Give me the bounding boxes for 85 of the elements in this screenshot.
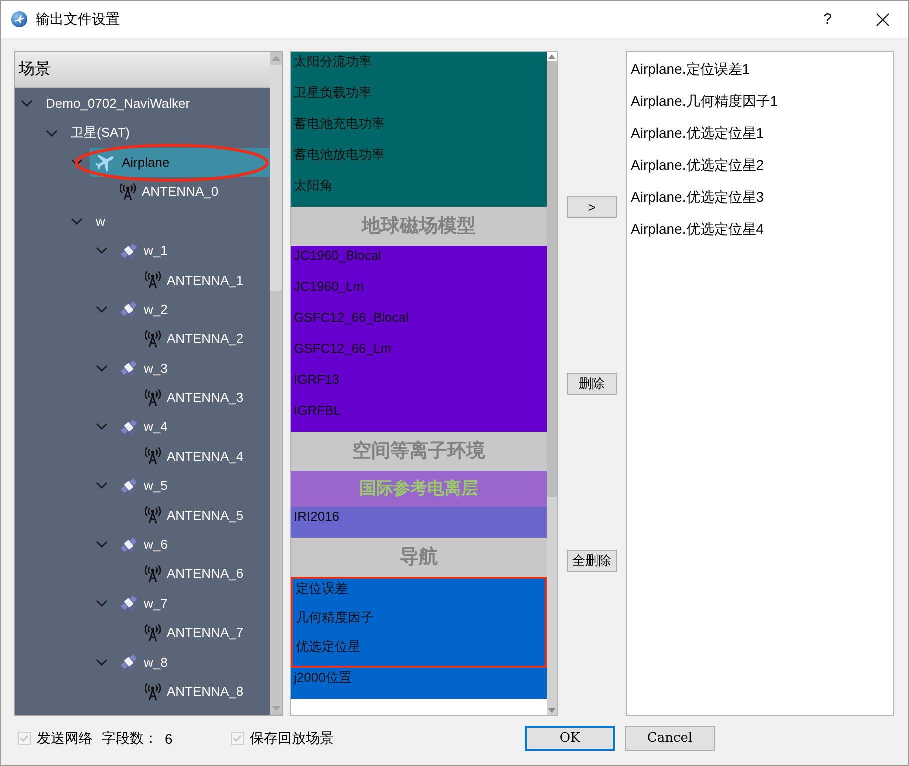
list-item[interactable]: Airplane.几何精度因子1 xyxy=(627,85,893,117)
antenna-icon xyxy=(145,330,161,348)
tree-item[interactable]: ANTENNA_8 xyxy=(140,676,270,706)
tree-item[interactable]: Demo_0702_NaviWalker xyxy=(40,89,270,118)
antenna-icon xyxy=(145,564,161,583)
chevron-down-icon[interactable] xyxy=(21,100,33,108)
tree-item[interactable]: ANTENNA_3 xyxy=(140,382,270,412)
list-item[interactable]: 几何精度因子 xyxy=(293,608,545,637)
tree-item[interactable]: Airplane xyxy=(90,148,270,178)
scrollbar[interactable] xyxy=(270,52,282,715)
tree-item[interactable]: w xyxy=(90,206,270,236)
chevron-down-icon[interactable] xyxy=(96,423,108,430)
tree-item[interactable]: w_1 xyxy=(115,236,270,266)
checkbox-label: 保存回放场景 xyxy=(250,730,334,748)
cancel-button[interactable]: Cancel xyxy=(625,726,715,751)
subsection-header: 国际参考电离层 xyxy=(291,471,547,507)
antenna-icon xyxy=(145,447,161,466)
field-count-label: 字段数： xyxy=(102,730,158,748)
tree-item[interactable]: ANTENNA_1 xyxy=(140,265,270,295)
tree-item[interactable]: w_3 xyxy=(115,354,270,383)
satellite-icon xyxy=(120,300,138,318)
chevron-down-icon[interactable] xyxy=(96,364,108,372)
scroll-down-icon[interactable] xyxy=(548,708,556,713)
checkbox-label: 发送网络 xyxy=(37,730,93,748)
tree-item[interactable]: w_7 xyxy=(115,588,270,618)
tree-item[interactable]: w_2 xyxy=(115,294,270,324)
chevron-down-icon[interactable] xyxy=(96,541,108,548)
tree-header: 场景 xyxy=(15,52,270,88)
satellite-icon xyxy=(120,418,138,436)
scrollbar[interactable] xyxy=(547,52,557,715)
close-icon xyxy=(876,12,890,26)
list-item[interactable]: 定位误差 xyxy=(293,579,545,608)
tree-item[interactable]: 卫星(SAT) xyxy=(65,118,270,148)
tree-item[interactable]: ANTENNA_2 xyxy=(140,324,270,354)
section-header: 导航 xyxy=(291,538,547,577)
tree-item[interactable]: ANTENNA_0 xyxy=(115,177,270,207)
antenna-icon xyxy=(120,182,136,201)
list-item[interactable]: Airplane.优选定位星2 xyxy=(627,149,893,181)
scrollbar-thumb[interactable] xyxy=(547,61,557,497)
section-header: 空间等离子环境 xyxy=(291,432,547,471)
chevron-down-icon[interactable] xyxy=(46,130,58,137)
section-header: 地球磁场模型 xyxy=(291,207,547,246)
window-title: 输出文件设置 xyxy=(36,10,120,28)
satellite-icon xyxy=(120,476,138,495)
chevron-down-icon[interactable] xyxy=(96,658,108,666)
list-item[interactable]: Airplane.定位误差1 xyxy=(627,53,893,85)
scroll-up-icon[interactable] xyxy=(547,52,557,61)
list-item[interactable]: IRI2016 xyxy=(291,507,547,538)
tree-item[interactable]: ANTENNA_4 xyxy=(140,442,270,472)
chevron-down-icon[interactable] xyxy=(96,306,108,313)
satellite-icon xyxy=(120,359,138,378)
satellite-icon xyxy=(120,653,138,672)
satellite-icon xyxy=(120,536,138,554)
tree-item[interactable]: w_5 xyxy=(115,471,270,500)
list-item[interactable]: Airplane.优选定位星3 xyxy=(627,181,893,213)
satellite-icon xyxy=(120,594,138,612)
globe-icon xyxy=(11,11,28,28)
chevron-down-icon[interactable] xyxy=(71,218,83,225)
antenna-icon xyxy=(145,271,161,290)
transfer-button[interactable]: 全删除 xyxy=(567,550,617,572)
antenna-icon xyxy=(145,682,161,700)
transfer-button[interactable]: 删除 xyxy=(567,373,617,395)
list-item[interactable]: 优选定位星 xyxy=(293,637,545,666)
list-item[interactable]: j2000位置 xyxy=(291,668,547,699)
list-item[interactable]: Airplane.优选定位星4 xyxy=(627,213,893,245)
chevron-down-icon[interactable] xyxy=(71,158,83,166)
chevron-down-icon[interactable] xyxy=(96,600,108,607)
tree-item[interactable]: ANTENNA_5 xyxy=(140,500,270,530)
satellite-icon xyxy=(120,242,138,260)
field-count-value: 6 xyxy=(165,730,173,746)
antenna-icon xyxy=(145,506,161,524)
chevron-down-icon[interactable] xyxy=(96,482,108,490)
antenna-icon xyxy=(145,388,161,407)
antenna-icon xyxy=(145,624,161,642)
scrollbar-thumb[interactable] xyxy=(270,65,282,291)
chevron-down-icon[interactable] xyxy=(96,247,108,254)
help-button[interactable]: ? xyxy=(820,11,836,28)
tree-item[interactable]: w_8 xyxy=(115,647,270,677)
list-item[interactable]: Airplane.优选定位星1 xyxy=(627,117,893,149)
ok-button[interactable]: OK xyxy=(525,726,615,751)
tree-item[interactable]: w_4 xyxy=(115,412,270,442)
tree-item[interactable]: ANTENNA_6 xyxy=(140,559,270,589)
tree-item[interactable]: w_6 xyxy=(115,530,270,560)
transfer-button[interactable]: > xyxy=(567,196,617,218)
tree-item[interactable]: ANTENNA_7 xyxy=(140,618,270,648)
